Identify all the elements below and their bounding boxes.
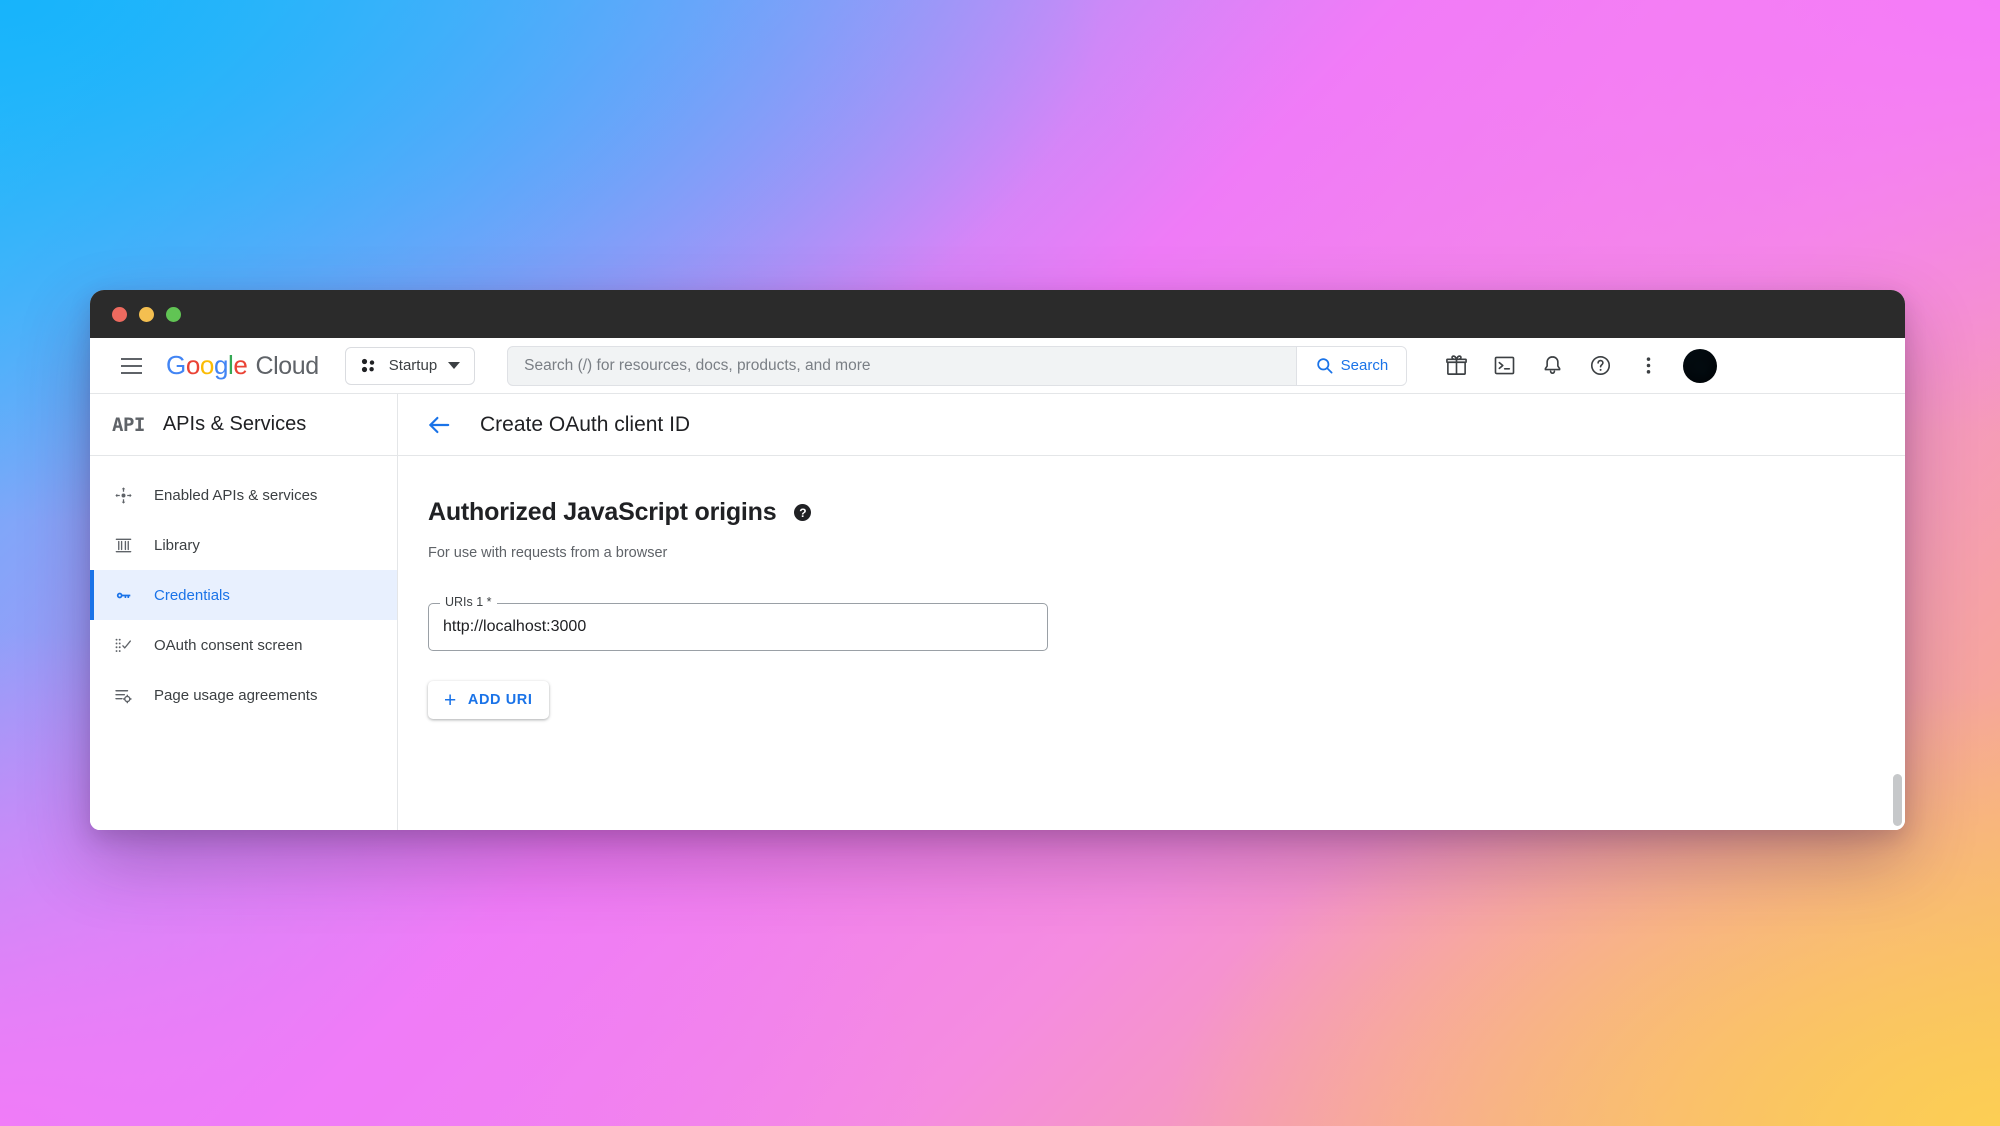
hamburger-icon[interactable] bbox=[110, 345, 152, 387]
sidebar-item-library[interactable]: Library bbox=[90, 520, 397, 570]
sidebar-header: API APIs & Services bbox=[90, 394, 397, 456]
avatar[interactable] bbox=[1683, 348, 1718, 383]
section-subtitle: For use with requests from a browser bbox=[428, 545, 668, 561]
content-body: Authorized JavaScript origins ? For use … bbox=[398, 456, 1905, 719]
logo-letter-g2: g bbox=[213, 350, 229, 380]
project-selector[interactable]: Startup bbox=[344, 346, 476, 385]
help-filled-icon[interactable]: ? bbox=[794, 504, 812, 521]
key-icon bbox=[112, 586, 134, 605]
header-icon-group bbox=[1435, 345, 1718, 387]
uri-input[interactable] bbox=[429, 618, 1047, 636]
sidebar-item-oauth-consent-screen[interactable]: OAuth consent screen bbox=[90, 620, 397, 670]
section-title: Authorized JavaScript origins bbox=[428, 498, 777, 526]
sidebar-item-label: OAuth consent screen bbox=[154, 636, 303, 654]
project-name-label: Startup bbox=[388, 357, 438, 374]
bell-icon[interactable] bbox=[1531, 345, 1573, 387]
gcp-body: API APIs & Services Enabled APIs & servi… bbox=[90, 394, 1905, 830]
window-titlebar bbox=[90, 290, 1905, 338]
add-uri-label: ADD URI bbox=[467, 692, 533, 708]
library-icon bbox=[112, 536, 134, 555]
gcp-top-navbar: Google Cloud Startup Search bbox=[90, 338, 1905, 394]
add-uri-button[interactable]: + ADD URI bbox=[428, 681, 549, 719]
logo-letter-e: e bbox=[233, 350, 248, 380]
logo-letter-g: G bbox=[166, 350, 186, 380]
sidebar-nav-list: Enabled APIs & services Library Credenti… bbox=[90, 456, 397, 720]
section-header: Authorized JavaScript origins ? bbox=[428, 498, 1905, 527]
window-close-button[interactable] bbox=[112, 306, 127, 322]
page-title: Create OAuth client ID bbox=[480, 412, 691, 436]
consent-screen-icon bbox=[112, 636, 134, 655]
sidebar-item-label: Page usage agreements bbox=[154, 686, 318, 704]
search-button[interactable]: Search bbox=[1295, 346, 1407, 385]
sidebar-title: APIs & Services bbox=[162, 413, 307, 435]
plus-icon: + bbox=[444, 688, 457, 712]
search-input[interactable] bbox=[508, 346, 1296, 385]
content-header: Create OAuth client ID bbox=[398, 394, 1905, 456]
project-dots-icon bbox=[361, 358, 374, 372]
more-vert-icon[interactable] bbox=[1627, 345, 1669, 387]
main-content: Create OAuth client ID Authorized JavaSc… bbox=[398, 394, 1905, 830]
sidebar-item-credentials[interactable]: Credentials bbox=[90, 570, 397, 620]
window-minimize-button[interactable] bbox=[139, 306, 154, 322]
search-icon bbox=[1316, 358, 1333, 374]
uri-field-label: URIs 1 * bbox=[440, 595, 497, 609]
gift-icon[interactable] bbox=[1435, 345, 1477, 387]
arrow-back-icon[interactable] bbox=[426, 412, 452, 438]
sidebar-item-label: Credentials bbox=[154, 586, 230, 604]
sidebar-item-enabled-apis[interactable]: Enabled APIs & services bbox=[90, 470, 397, 520]
help-circle-icon[interactable] bbox=[1579, 345, 1621, 387]
sidebar: API APIs & Services Enabled APIs & servi… bbox=[90, 394, 398, 830]
search-button-label: Search bbox=[1340, 357, 1389, 374]
browser-window: Google Cloud Startup Search (/) for reso… bbox=[90, 290, 1905, 830]
logo-cloud-word: Cloud bbox=[255, 352, 319, 380]
window-zoom-button[interactable] bbox=[166, 306, 181, 322]
sidebar-item-label: Enabled APIs & services bbox=[154, 486, 318, 504]
global-search-bar[interactable]: Search bbox=[507, 345, 1408, 386]
logo-letter-o1: o bbox=[185, 350, 200, 380]
chevron-down-icon bbox=[448, 362, 461, 369]
uri-field[interactable]: URIs 1 * bbox=[428, 595, 1048, 651]
sidebar-item-label: Library bbox=[154, 536, 200, 554]
sidebar-item-page-usage-agreements[interactable]: Page usage agreements bbox=[90, 670, 397, 720]
dashboard-api-icon bbox=[112, 486, 134, 505]
google-cloud-logo[interactable]: Google Cloud bbox=[166, 350, 319, 381]
vertical-scrollbar-thumb[interactable] bbox=[1893, 774, 1902, 826]
page-agreements-icon bbox=[112, 686, 134, 705]
api-logo-icon: API bbox=[112, 413, 145, 436]
cloud-shell-icon[interactable] bbox=[1483, 345, 1525, 387]
logo-letter-o2: o bbox=[199, 350, 214, 380]
